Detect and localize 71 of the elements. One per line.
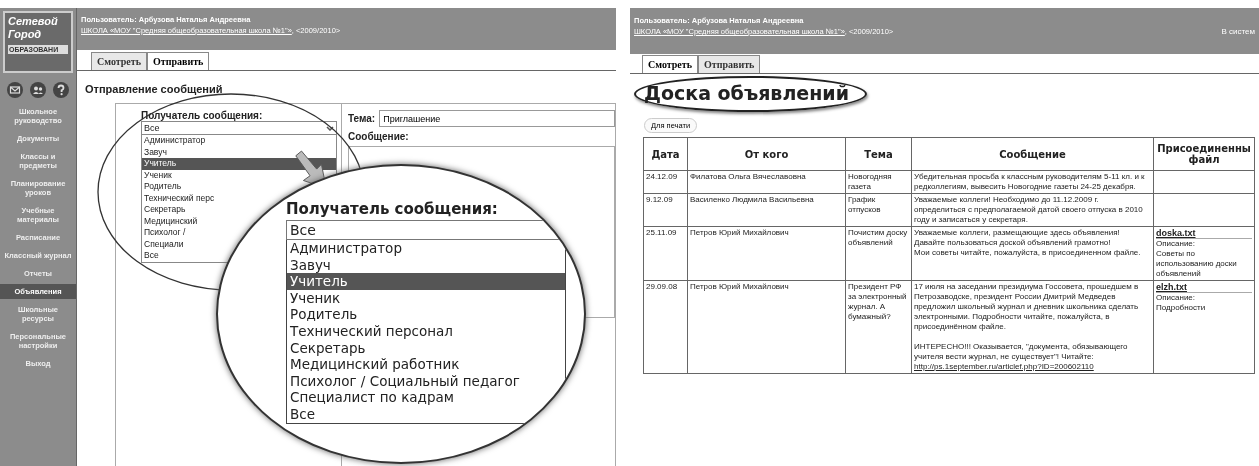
chevron-down-icon [326, 125, 334, 131]
logo-text: Сетевой [8, 15, 59, 28]
help-icon[interactable] [53, 82, 70, 98]
date-cell: 9.12.09 [643, 193, 688, 227]
file-link[interactable]: elzh.txt [1156, 282, 1252, 293]
recipient-option[interactable]: Родитель [142, 181, 184, 193]
recipient-option[interactable]: Администратор [287, 240, 565, 257]
recipient-option[interactable]: Учитель [142, 158, 336, 170]
tab[interactable]: Смотреть [91, 52, 147, 70]
recipient-option[interactable]: Завуч [142, 146, 169, 158]
tab[interactable]: Отправить [147, 52, 210, 70]
file-description: Подробности [1156, 303, 1207, 313]
recipient-option[interactable]: Технический перс [142, 192, 217, 204]
page-heading: Доска объявлений [634, 76, 867, 112]
message-text: Мои советы читайте, пожалуйста, в присоединенном файле. [914, 248, 1142, 258]
file-link[interactable]: doska.txt [1156, 228, 1252, 239]
recipient-option[interactable]: Технический персонал [287, 322, 565, 340]
page-heading: Отправление сообщений [85, 83, 224, 95]
article-link[interactable]: http://ps.1september.ru/articlef.php?ID=200602110 [914, 362, 1151, 372]
column-header: Тема [845, 137, 912, 171]
subject-cell: Почистим доску объявлений [845, 226, 912, 281]
date-cell: 29.09.08 [643, 280, 688, 374]
tab[interactable]: Смотреть [642, 55, 698, 73]
subject-field[interactable]: Приглашение [379, 110, 615, 127]
recipient-option[interactable]: Специали [142, 238, 186, 250]
recipient-option[interactable]: Ученик [142, 169, 174, 181]
people-icon[interactable] [30, 82, 46, 98]
recipient-option[interactable]: Все [142, 250, 161, 262]
message-text: 17 июля на заседании президиума Госсовета, прошедшем в Петрозаводске, президент России Дмитрий Медведев предложил школьный журнал и дневник школьника сделать электронными. Подробности читайте, пожалуйста, в присоединённом файле. [914, 282, 1140, 332]
status-text: В систем [1221, 26, 1255, 36]
author-cell: Петров Юрий Михайлович [687, 280, 846, 374]
date-cell: 25.11.09 [643, 226, 688, 281]
mail-icon[interactable] [6, 82, 23, 98]
subject-cell: График отпусков [845, 193, 912, 227]
message-text: Уважаемые коллеги! Необходимо до 11.12.2009 г. определиться с предполагаемой датой своего отпуска в 2010 году и записаться у секретаря. [914, 195, 1144, 225]
recipient-option[interactable]: Учитель [287, 273, 565, 290]
recipient-option[interactable]: Медицинский работник [287, 356, 565, 373]
subject-cell: Новогодняя газета [845, 170, 912, 194]
recipient-option[interactable]: Психолог / [142, 227, 188, 239]
date-cell: 24.12.09 [643, 170, 688, 194]
recipient-option[interactable]: Завуч [287, 256, 565, 274]
logo-text: Город [8, 28, 43, 41]
recipient-option[interactable]: Ученик [287, 289, 565, 307]
author-cell: Василенко Людмила Васильевна [687, 193, 846, 227]
message-text: Давайте пользоваться доской объявлений грамотно! [914, 238, 1112, 248]
message-text: ИНТЕРЕСНО!!! Оказывается, "документа, обязывающего учителя вести журнал, не существует"! Читайте: [914, 332, 1151, 362]
description-label: Описание: [1156, 293, 1197, 303]
recipient-option[interactable]: Психолог / Социальный педагог [287, 372, 565, 390]
recipient-option[interactable]: Все [287, 405, 565, 423]
column-header: От кого [687, 137, 846, 171]
author-cell: Филатова Ольга Вячеславовна [687, 170, 846, 194]
message-text: Уважаемые коллеги, размещающие здесь объявления! [914, 228, 1121, 238]
description-label: Описание: [1156, 239, 1197, 249]
column-header: Дата [643, 137, 688, 171]
subject-label: Тема: [348, 113, 376, 124]
recipient-option[interactable]: Родитель [287, 306, 565, 323]
recipient-option[interactable]: Секретарь [142, 204, 188, 216]
recipient-option[interactable]: Администратор [142, 135, 208, 147]
tab[interactable]: Отправить [698, 55, 761, 73]
recipient-select[interactable]: Все [141, 121, 337, 135]
recipient-option[interactable]: Медицинский [142, 215, 200, 227]
subject-cell: Президент РФ за электронный журнал. А бумажный? [845, 280, 912, 374]
column-header: Присоединенны файл [1153, 137, 1255, 171]
recipient-option[interactable]: Специалист по кадрам [287, 389, 565, 406]
file-description: Советы по использованию доски объявлений [1156, 249, 1238, 279]
message-label: Сообщение: [348, 131, 410, 142]
message-text: Убедительная просьба к классным руководителям 5-11 кл. и к редколлегиям, вывесить Новогодние газеты 24-25 декабря. [914, 172, 1146, 192]
recipient-label: Получатель сообщения: [286, 200, 499, 218]
column-header: Сообщение [911, 137, 1154, 171]
author-cell: Петров Юрий Михайлович [687, 226, 846, 281]
recipient-option[interactable]: Секретарь [287, 339, 565, 357]
